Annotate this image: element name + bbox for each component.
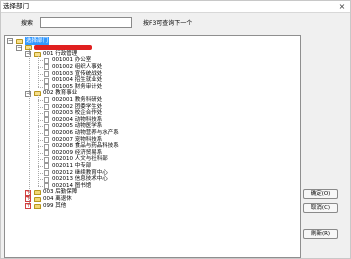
root-folder-icon — [16, 38, 23, 44]
leaf-node-icon — [44, 150, 49, 157]
leaf-node-icon — [44, 71, 49, 77]
search-input[interactable] — [40, 17, 132, 28]
leaf-node-icon — [44, 130, 49, 137]
leaf-node-icon — [44, 176, 49, 183]
root-collapse-toggle[interactable]: − — [7, 38, 13, 44]
leaf-node-icon — [44, 64, 49, 71]
leaf-node-icon — [44, 170, 49, 176]
tree-connector — [38, 95, 39, 186]
tree-connector — [38, 185, 43, 187]
leaf-node-icon — [44, 104, 49, 110]
tree-root-label[interactable]: 选择部门 — [25, 36, 50, 45]
leaf-node-icon — [44, 137, 49, 143]
leaf-node-icon — [44, 123, 49, 130]
search-label: 搜索 — [21, 20, 34, 27]
group-toggle[interactable]: − — [25, 51, 31, 58]
group-folder-icon — [34, 196, 41, 202]
ok-button[interactable]: 确定(O) — [303, 189, 338, 199]
leaf-node-icon — [44, 163, 49, 170]
cancel-button[interactable]: 取消(C) — [303, 203, 338, 213]
department-tree[interactable]: − 选择部门 − −001 行政管理 001001 办公室 001002 组织人事处 001… — [4, 35, 301, 258]
search-hint: 按F3可查询下一个 — [143, 20, 193, 27]
window-title: 选择部门 — [3, 2, 29, 10]
refresh-button[interactable]: 刷新(R) — [303, 229, 338, 239]
close-button[interactable]: × — [337, 2, 347, 11]
leaf-node-icon — [44, 156, 49, 163]
tree-connector — [29, 48, 30, 205]
leaf-node-icon — [44, 97, 49, 104]
org-collapse-toggle[interactable]: − — [16, 44, 22, 51]
leaf-node-icon — [44, 117, 49, 124]
leaf-node-icon — [44, 57, 49, 64]
leaf-node-icon — [44, 110, 49, 117]
leaf-node-icon — [44, 77, 49, 84]
select-department-dialog: 选择部门 × 搜索 按F3可查询下一个 − 选择部门 − −001 行政管理 00100… — [0, 0, 351, 259]
group-folder-icon — [34, 190, 41, 196]
tree-connector — [38, 86, 43, 88]
leaf-node-icon — [44, 143, 49, 150]
title-bar: 选择部门 × — [1, 1, 350, 13]
group-toggle[interactable]: + — [25, 203, 31, 209]
tree-connector — [38, 55, 39, 87]
tree-group-item[interactable]: 099 其他 — [43, 202, 66, 210]
group-toggle[interactable]: − — [25, 90, 31, 97]
group-folder-icon — [34, 203, 41, 209]
